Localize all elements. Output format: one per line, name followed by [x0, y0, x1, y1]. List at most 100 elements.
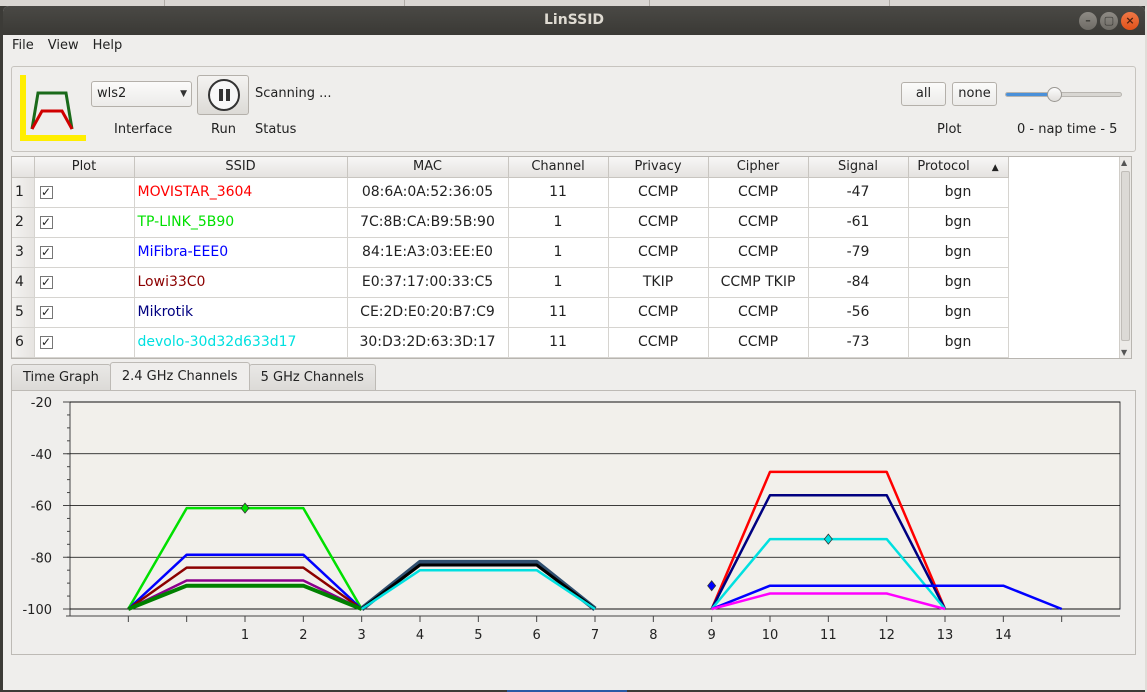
menu-file[interactable]: File	[12, 35, 34, 57]
header-cipher[interactable]: Cipher	[708, 157, 809, 178]
scroll-up-icon[interactable]: ▲	[1121, 158, 1127, 167]
table-row[interactable]: 5 ✓ Mikrotik CE:2D:E0:20:B7:C9 11 CCMP C…	[12, 297, 1009, 328]
row-number: 6	[12, 327, 35, 358]
protocol-cell: bgn	[908, 207, 1009, 238]
plot-label: Plot	[937, 122, 962, 137]
scroll-down-icon[interactable]: ▼	[1121, 348, 1127, 357]
x-tick-label: 13	[937, 628, 954, 643]
header-ssid[interactable]: SSID	[134, 157, 348, 178]
chevron-down-icon: ▼	[180, 89, 187, 99]
header-plot[interactable]: Plot	[34, 157, 135, 178]
table-row[interactable]: 2 ✓ TP-LINK_5B90 7C:8B:CA:B9:5B:90 1 CCM…	[12, 207, 1009, 238]
status-label: Status	[255, 122, 297, 137]
table-row[interactable]: 6 ✓ devolo-30d32d633d17 30:D3:2D:63:3D:1…	[12, 327, 1009, 358]
linssid-window: LinSSID – ▢ × File View Help wls2 ▼ Scan…	[3, 6, 1145, 690]
tab-2-4ghz-channels[interactable]: 2.4 GHz Channels	[109, 362, 250, 390]
x-tick-label: 5	[474, 628, 482, 643]
y-tick-label: -80	[31, 551, 52, 566]
protocol-cell: bgn	[908, 267, 1009, 298]
table-header: Plot SSID MAC Channel Privacy Cipher Sig…	[12, 157, 1009, 178]
plot-none-button[interactable]: none	[952, 82, 997, 106]
ssid-cell: Mikrotik	[134, 297, 348, 328]
close-button[interactable]: ×	[1121, 12, 1139, 30]
linssid-logo	[20, 75, 86, 141]
mac-cell: CE:2D:E0:20:B7:C9	[347, 297, 509, 328]
cipher-cell: CCMP	[708, 207, 809, 238]
protocol-cell: bgn	[908, 327, 1009, 358]
header-privacy[interactable]: Privacy	[608, 157, 709, 178]
minimize-button[interactable]: –	[1079, 12, 1097, 30]
x-tick-label: 4	[416, 628, 424, 643]
run-pause-button[interactable]	[197, 75, 249, 115]
x-tick-label: 12	[878, 628, 895, 643]
x-tick-label: 11	[820, 628, 837, 643]
ssid-cell: devolo-30d32d633d17	[134, 327, 348, 358]
cipher-cell: CCMP	[708, 327, 809, 358]
x-tick-label: 1	[241, 628, 249, 643]
table-row[interactable]: 3 ✓ MiFibra-EEE0 84:1E:A3:03:EE:E0 1 CCM…	[12, 237, 1009, 268]
menu-view[interactable]: View	[48, 35, 79, 57]
plot-cell: ✓	[34, 237, 135, 268]
mac-cell: E0:37:17:00:33:C5	[347, 267, 509, 298]
interface-label: Interface	[114, 122, 173, 137]
signal-cell: -47	[808, 177, 909, 208]
header-signal[interactable]: Signal	[808, 157, 909, 178]
channel-cell: 1	[508, 267, 609, 298]
toolbar: wls2 ▼ Scanning ... Interface Run Status…	[11, 66, 1136, 152]
ssid-cell: MOVISTAR_3604	[134, 177, 348, 208]
plot-cell: ✓	[34, 177, 135, 208]
tab-5ghz-channels[interactable]: 5 GHz Channels	[248, 364, 376, 390]
header-protocol[interactable]: Protocol ▲	[908, 157, 1009, 178]
x-tick-label: 6	[533, 628, 541, 643]
plot-checkbox[interactable]: ✓	[39, 215, 53, 229]
privacy-cell: CCMP	[608, 237, 709, 268]
cipher-cell: CCMP	[708, 177, 809, 208]
header-channel[interactable]: Channel	[508, 157, 609, 178]
table-row[interactable]: 1 ✓ MOVISTAR_3604 08:6A:0A:52:36:05 11 C…	[12, 177, 1009, 208]
mac-cell: 30:D3:2D:63:3D:17	[347, 327, 509, 358]
plot-checkbox[interactable]: ✓	[39, 185, 53, 199]
slider-handle[interactable]	[1047, 87, 1062, 102]
header-protocol-label: Protocol	[917, 159, 970, 175]
title-bar[interactable]: LinSSID – ▢ ×	[3, 6, 1145, 35]
plot-checkbox[interactable]: ✓	[39, 245, 53, 259]
ssid-cell: Lowi33C0	[134, 267, 348, 298]
networks-table: Plot SSID MAC Channel Privacy Cipher Sig…	[11, 156, 1132, 359]
plot-all-button[interactable]: all	[901, 82, 946, 106]
header-rownum	[12, 157, 35, 178]
plot-checkbox[interactable]: ✓	[39, 335, 53, 349]
channel-cell: 1	[508, 207, 609, 238]
plot-cell: ✓	[34, 327, 135, 358]
channel-graph-pane: -20 -40 -60 -80 -100 1 2 3 4 5 6 7 8 9 10 11 12 13 14	[11, 390, 1136, 655]
menu-bar: File View Help	[3, 35, 1145, 57]
y-tick-label: -20	[31, 396, 52, 411]
mac-cell: 7C:8B:CA:B9:5B:90	[347, 207, 509, 238]
privacy-cell: CCMP	[608, 177, 709, 208]
signal-cell: -56	[808, 297, 909, 328]
table-scrollbar[interactable]: ▲ ▼	[1119, 157, 1131, 358]
window-title: LinSSID	[543, 12, 605, 28]
scrollbar-thumb[interactable]	[1121, 171, 1130, 341]
channel-cell: 11	[508, 297, 609, 328]
plot-checkbox[interactable]: ✓	[39, 305, 53, 319]
channel-cell: 1	[508, 237, 609, 268]
y-tick-label: -100	[22, 603, 52, 618]
x-tick-label: 3	[358, 628, 366, 643]
plot-cell: ✓	[34, 267, 135, 298]
protocol-cell: bgn	[908, 177, 1009, 208]
table-row[interactable]: 4 ✓ Lowi33C0 E0:37:17:00:33:C5 1 TKIP CC…	[12, 267, 1009, 298]
maximize-button[interactable]: ▢	[1100, 12, 1118, 30]
menu-help[interactable]: Help	[93, 35, 123, 57]
x-tick-label: 9	[708, 628, 716, 643]
tab-time-graph[interactable]: Time Graph	[11, 364, 111, 390]
nap-time-slider[interactable]	[1005, 92, 1122, 97]
plot-cell: ✓	[34, 207, 135, 238]
interface-select[interactable]: wls2 ▼	[91, 81, 192, 107]
nap-time-label: 0 - nap time - 5	[1017, 122, 1118, 137]
header-mac[interactable]: MAC	[347, 157, 509, 178]
channel-chart: -20-40-60-80-1001 2 3 4 5 6 7 8 9 10 11 12 13 14	[22, 396, 1121, 643]
privacy-cell: CCMP	[608, 297, 709, 328]
plot-checkbox[interactable]: ✓	[39, 275, 53, 289]
signal-cell: -73	[808, 327, 909, 358]
tab-bar: Time Graph 2.4 GHz Channels 5 GHz Channe…	[11, 362, 376, 390]
